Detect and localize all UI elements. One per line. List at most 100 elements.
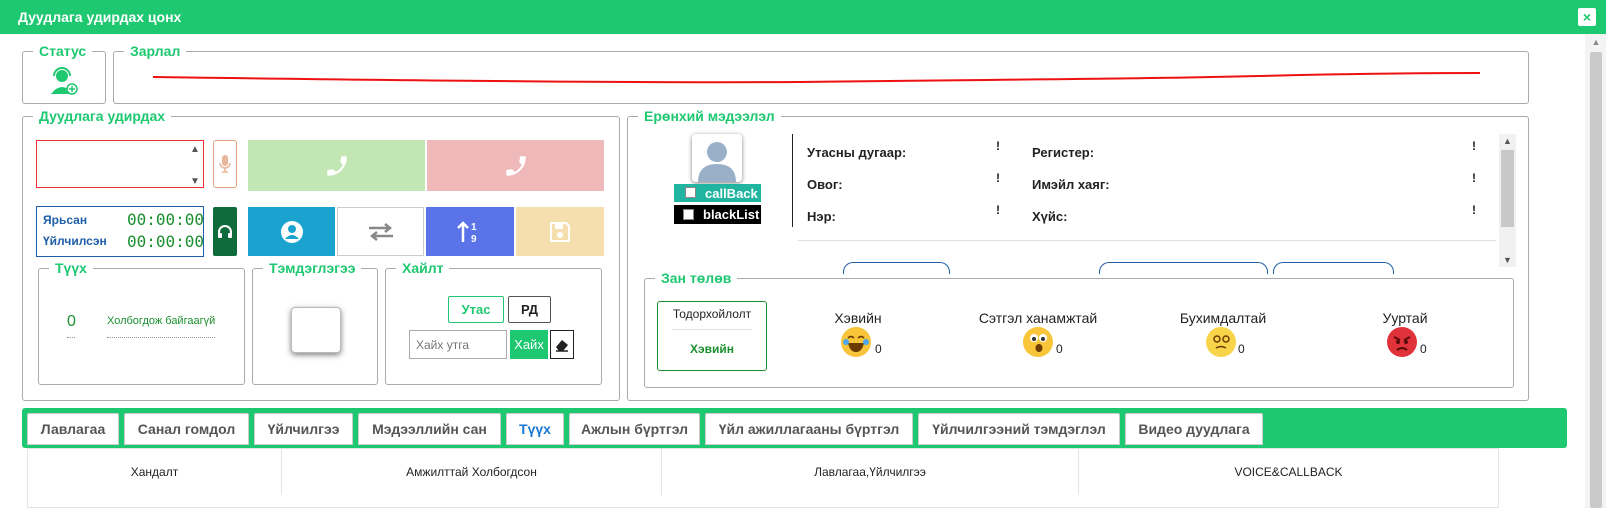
announcement-panel: Зарлал [113, 43, 1529, 104]
served-time-value: 00:00:00 [127, 232, 205, 251]
phone-number-value: ! [996, 139, 1000, 153]
phone-hangup-icon [505, 155, 526, 176]
emotion-label-normal: Хэвийн [834, 310, 882, 326]
phone-input-spinner[interactable]: ▲ ▼ [188, 142, 202, 187]
headset-button[interactable] [213, 207, 237, 256]
lastname-value: ! [996, 171, 1000, 185]
announcement-legend: Зарлал [124, 43, 187, 59]
callback-toggle[interactable]: callBack [674, 184, 761, 202]
eraser-icon [556, 339, 568, 352]
table-header-reference-service: Лавлагаа,Үйлчилгээ [662, 449, 1079, 495]
phone-icon [326, 155, 347, 176]
history-status-underline [107, 337, 215, 338]
sort-queue-button[interactable]: 19 [426, 207, 514, 256]
emotion-label-satisfied: Сэтгэл ханамжтай [978, 310, 1098, 326]
operator-headset-icon[interactable] [49, 66, 79, 96]
call-control-legend: Дуудлага удирдах [33, 108, 172, 124]
floppy-disk-icon [550, 221, 570, 242]
search-button[interactable]: Хайх [510, 330, 548, 359]
tab-service-notes[interactable]: Үйлчилгээний тэмдэглэл [918, 413, 1120, 445]
callback-label: callBack [705, 186, 758, 201]
callback-checkbox[interactable] [685, 187, 696, 198]
search-by-phone-button[interactable]: Утас [448, 296, 504, 323]
history-status: Холбогдож байгаагүй [107, 315, 216, 327]
sort-numeric-icon: 19 [457, 220, 477, 244]
blacklist-toggle[interactable]: blackList [674, 205, 761, 224]
search-panel: Хайлт Утас РД Хайх [385, 260, 602, 385]
tab-work-log[interactable]: Ажлын бүртгэл [569, 413, 700, 445]
table-header-connected: Амжилттай Холбогдсон [282, 449, 662, 495]
svg-text:1: 1 [471, 222, 477, 233]
history-legend: Түүх [49, 260, 93, 276]
tab-complaint[interactable]: Санал гомдол [124, 413, 249, 445]
name-value: ! [996, 203, 1000, 217]
surprised-emoji-icon[interactable] [1023, 327, 1053, 357]
table-header-access: Хандалт [28, 449, 282, 495]
note-legend: Тэмдэглэгээ [263, 260, 362, 276]
status-legend: Статус [33, 43, 93, 59]
close-icon[interactable]: × [1578, 8, 1596, 26]
emotion-label-frustrated: Бухимдалтай [1179, 310, 1267, 326]
info-scroll-up-icon[interactable]: ▲ [1499, 134, 1516, 148]
note-panel: Тэмдэглэгээ [252, 260, 378, 385]
user-silhouette-icon [698, 142, 736, 182]
phone-number-label: Утасны дугаар: [807, 145, 907, 160]
search-input[interactable] [409, 330, 507, 359]
info-tab-edge-3[interactable] [1273, 262, 1394, 274]
dizzy-emoji-icon[interactable] [1206, 327, 1236, 357]
tab-knowledge-base[interactable]: Мэдээллийн сан [358, 413, 501, 445]
page-scroll-thumb[interactable] [1590, 52, 1602, 508]
hangup-call-button[interactable] [427, 140, 604, 191]
tab-activity-log[interactable]: Үйл ажиллагааны бүртгэл [705, 413, 913, 445]
email-label: Имэйл хаяг: [1032, 177, 1110, 192]
angry-emoji-icon[interactable] [1387, 327, 1417, 357]
emotion-count-normal: 0 [875, 342, 882, 356]
phone-number-input[interactable] [36, 140, 204, 188]
gender-label: Хүйс: [1032, 209, 1068, 224]
emotion-label-angry: Ууртай [1382, 310, 1428, 326]
talking-time-value: 00:00:00 [127, 210, 205, 229]
announcement-marquee-line [152, 72, 1481, 84]
behavior-current-box: Тодорхойлолт Хэвийн [657, 301, 767, 371]
customer-profile-button[interactable] [248, 207, 335, 256]
behavior-unknown-label: Тодорхойлолт [672, 307, 752, 321]
behavior-current-value: Хэвийн [689, 342, 734, 356]
name-label: Нэр: [807, 209, 836, 224]
scroll-up-icon[interactable]: ▲ [1589, 36, 1603, 48]
info-tab-edge-1[interactable] [843, 262, 950, 274]
search-legend: Хайлт [396, 260, 450, 276]
note-button[interactable] [291, 307, 341, 353]
gender-value: ! [1472, 203, 1476, 217]
status-panel: Статус [22, 43, 106, 104]
window-title: Дуудлага удирдах цонх [0, 0, 1606, 34]
clear-search-button[interactable] [550, 330, 574, 359]
transfer-call-button[interactable] [337, 207, 424, 256]
table-header-voice-callback: VOICE&CALLBACK [1234, 465, 1343, 479]
answer-call-button[interactable] [248, 140, 425, 191]
laughing-emoji-icon[interactable] [841, 327, 871, 357]
tab-service[interactable]: Үйлчилгээ [254, 413, 353, 445]
emotion-count-frustrated: 0 [1238, 342, 1245, 356]
info-scroll-thumb[interactable] [1501, 150, 1514, 227]
save-call-button[interactable] [516, 207, 604, 256]
history-count-underline [67, 337, 75, 338]
info-tab-edge-2[interactable] [1099, 262, 1268, 274]
microphone-icon [219, 155, 231, 173]
general-info-legend: Ерөнхий мэдээлэл [638, 108, 781, 124]
talking-time-label: Ярьсан [43, 213, 88, 227]
info-separator [798, 240, 1496, 241]
info-divider [792, 134, 793, 227]
tab-history[interactable]: Түүх [506, 413, 564, 445]
register-label: Регистер: [1032, 145, 1095, 160]
headset-icon [218, 224, 232, 238]
blacklist-checkbox[interactable] [683, 209, 694, 220]
tab-reference[interactable]: Лавлагаа [27, 413, 119, 445]
tab-video-call[interactable]: Видео дуудлага [1125, 413, 1263, 445]
history-panel: Түүх 0 Холбогдож байгаагүй [38, 260, 245, 385]
behavior-panel: Зан төлөв [644, 270, 1514, 388]
microphone-button[interactable] [213, 140, 237, 188]
emotion-count-satisfied: 0 [1056, 342, 1063, 356]
history-count: 0 [67, 313, 76, 330]
info-scroll-down-icon[interactable]: ▼ [1499, 253, 1516, 267]
search-by-register-button[interactable]: РД [508, 296, 551, 323]
